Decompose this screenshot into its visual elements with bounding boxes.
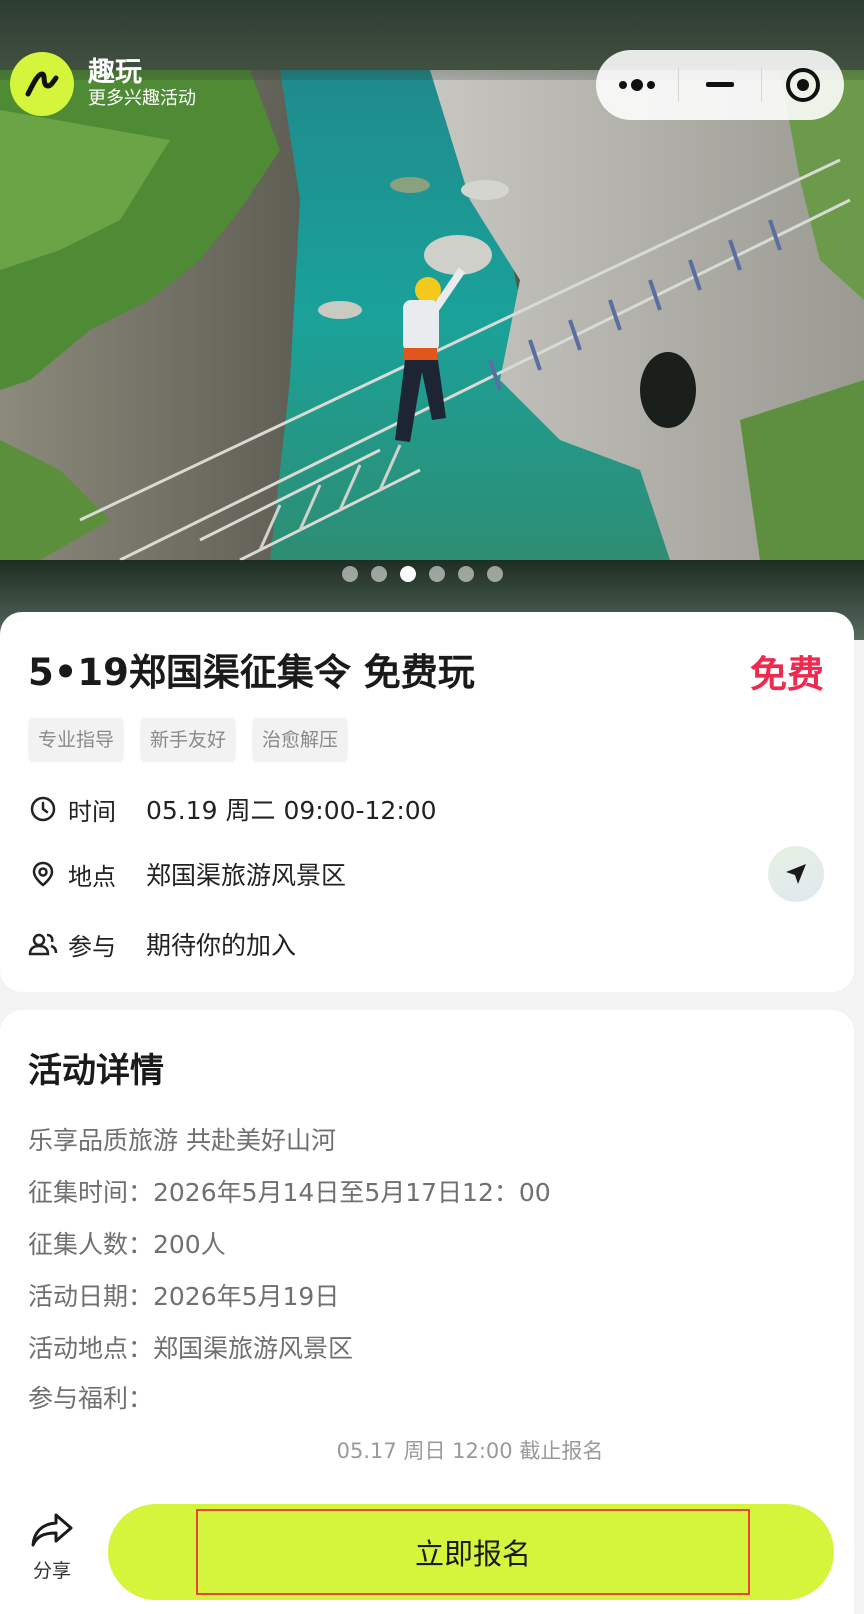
share-button[interactable]: 分享 <box>24 1512 80 1583</box>
signup-button[interactable]: 立即报名 <box>108 1504 834 1600</box>
tag: 专业指导 <box>28 718 125 762</box>
brand-logo <box>10 52 74 116</box>
tag: 新手友好 <box>140 718 237 762</box>
details-heading: 活动详情 <box>28 1051 164 1091</box>
share-icon <box>31 1513 73 1547</box>
tag-list: 专业指导 新手友好 治愈解压 <box>28 718 364 762</box>
tag: 治愈解压 <box>252 718 349 762</box>
clock-icon <box>28 794 58 824</box>
event-price: 免费 <box>750 653 824 696</box>
hero-carousel[interactable]: 趣玩 更多兴趣活动 <box>0 0 864 640</box>
time-value: 05.19 周二 09:00-12:00 <box>146 796 437 825</box>
event-location-row[interactable]: 地点 郑国渠旅游风景区 <box>28 852 346 896</box>
users-icon <box>28 929 58 959</box>
participants-label: 参与 <box>68 932 116 961</box>
participants-value: 期待你的加入 <box>146 931 297 960</box>
carousel-indicator <box>342 566 516 582</box>
close-miniprogram-button[interactable] <box>762 50 844 120</box>
event-title: 5•19郑国渠征集令 免费玩 <box>28 651 475 694</box>
detail-line: 征集时间：2026年5月14日至5月17日12：00 <box>28 1178 551 1207</box>
carousel-dot[interactable] <box>487 566 503 582</box>
event-time-row: 时间 05.19 周二 09:00-12:00 <box>28 787 437 831</box>
brand-logo-icon <box>25 71 59 97</box>
detail-line: 活动日期：2026年5月19日 <box>28 1282 340 1311</box>
time-label: 时间 <box>68 797 116 826</box>
navigate-button[interactable] <box>768 846 824 902</box>
detail-line: 乐享品质旅游 共赴美好山河 <box>28 1126 336 1155</box>
detail-line: 活动地点：郑国渠旅游风景区 <box>28 1334 354 1363</box>
detail-line: 征集人数：200人 <box>28 1230 226 1259</box>
minimize-icon <box>706 82 734 87</box>
signup-button-label: 立即报名 <box>196 1509 750 1595</box>
location-value: 郑国渠旅游风景区 <box>146 861 347 890</box>
carousel-dot[interactable] <box>458 566 474 582</box>
brand[interactable]: 趣玩 更多兴趣活动 <box>10 52 196 116</box>
carousel-dot[interactable] <box>342 566 358 582</box>
event-participants-row: 参与 期待你的加入 <box>28 922 296 966</box>
share-label: 分享 <box>32 1560 71 1582</box>
minimize-button[interactable] <box>679 50 761 120</box>
more-menu-button[interactable] <box>596 50 678 120</box>
location-pin-icon <box>28 859 58 889</box>
miniprogram-capsule <box>596 50 844 120</box>
navigation-arrow-icon <box>786 864 806 884</box>
location-label: 地点 <box>68 862 116 891</box>
detail-line: 参与福利： <box>28 1384 154 1413</box>
carousel-dot[interactable] <box>429 566 445 582</box>
event-info-card: 5•19郑国渠征集令 免费玩 免费 专业指导 新手友好 治愈解压 时间 05.1… <box>0 612 854 992</box>
brand-name: 趣玩 <box>88 57 142 88</box>
target-close-icon <box>786 68 820 102</box>
brand-subtitle: 更多兴趣活动 <box>88 88 196 109</box>
more-dots-icon <box>619 79 655 91</box>
carousel-dot[interactable] <box>400 566 416 582</box>
carousel-dot[interactable] <box>371 566 387 582</box>
signup-deadline: 05.17 周日 12:00 截止报名 <box>336 1439 604 1463</box>
